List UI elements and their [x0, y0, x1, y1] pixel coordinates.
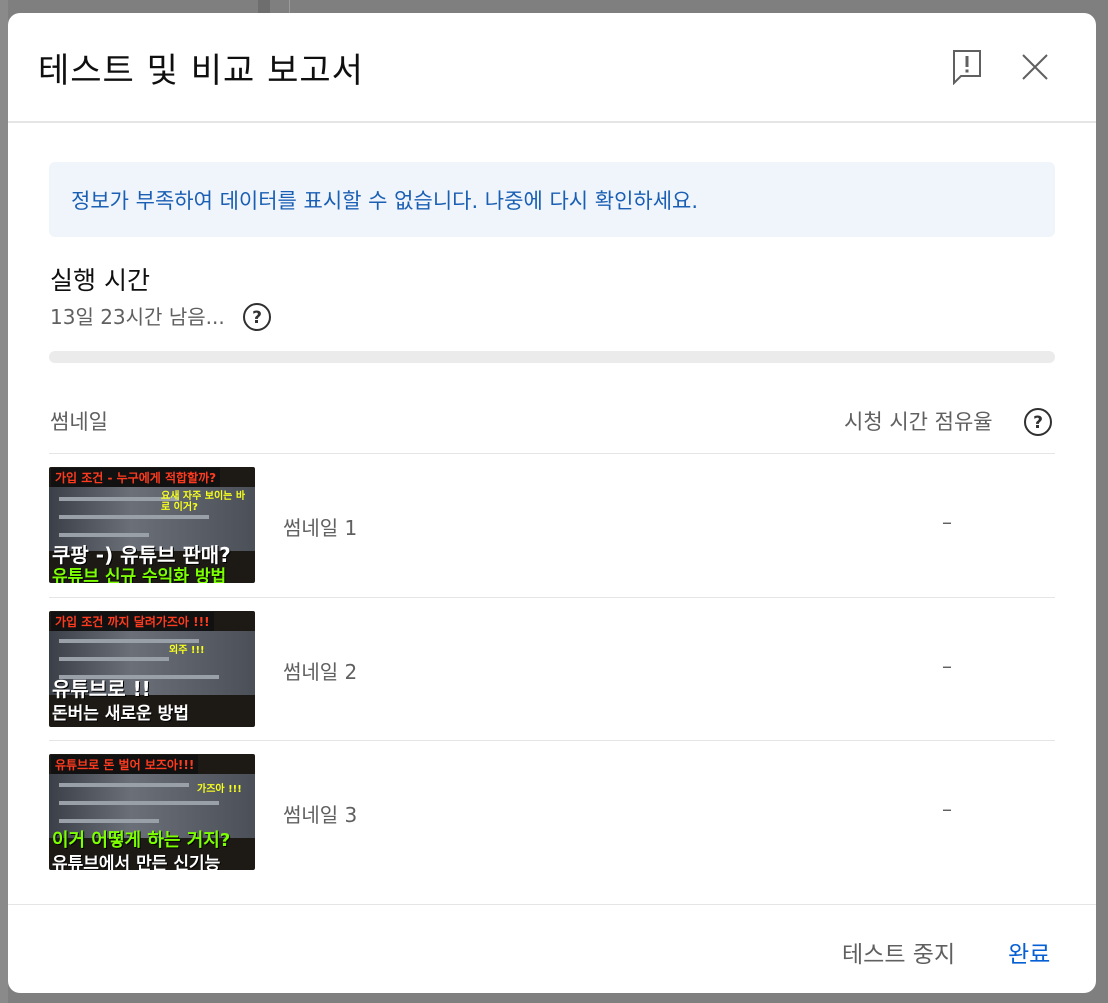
backdrop: [0, 0, 8, 1003]
thumbnail-label: 썸네일 2: [283, 660, 358, 684]
help-icon[interactable]: ?: [242, 302, 272, 332]
watch-share-value: –: [942, 654, 952, 678]
dialog-header: 테스트 및 비교 보고서: [8, 13, 1096, 123]
close-button[interactable]: [1015, 47, 1055, 87]
dialog-title: 테스트 및 비교 보고서: [38, 51, 364, 91]
done-button[interactable]: 완료: [1008, 935, 1050, 969]
svg-text:?: ?: [1033, 413, 1043, 433]
runtime-title: 실행 시간: [50, 266, 150, 295]
thumbnail-image: 가입 조건 까지 달려가즈아 !!! 외주 !!! 유튜브로 !! 돈버는 새로…: [49, 611, 255, 727]
dialog-footer: 테스트 중지 완료: [8, 904, 1096, 993]
feedback-button[interactable]: [947, 47, 987, 87]
table-row: 가입 조건 - 누구에게 적합할까? 요새 자주 보이는 바로 이거? 쿠팡 -…: [49, 453, 1055, 597]
report-feedback-icon: [953, 50, 981, 85]
table-row: 유튜브로 돈 벌어 보즈아!!! 가즈아 !!! 이거 어떻게 하는 거지? 유…: [49, 740, 1055, 884]
info-banner-message: 정보가 부족하여 데이터를 표시할 수 없습니다. 나중에 다시 확인하세요.: [71, 189, 699, 213]
thumbnail-caption: 유튜브 신규 수익화 방법: [52, 567, 227, 583]
thumbnail-image: 유튜브로 돈 벌어 보즈아!!! 가즈아 !!! 이거 어떻게 하는 거지? 유…: [49, 754, 255, 870]
thumbnail-label: 썸네일 3: [283, 803, 358, 827]
column-header-thumbnail: 썸네일: [50, 410, 108, 434]
column-header-watch-share: 시청 시간 점유율: [844, 410, 993, 434]
runtime-progress-bar: [49, 351, 1055, 363]
thumbnail-caption: 유튜브로 !!: [52, 677, 151, 701]
help-icon[interactable]: ?: [1023, 407, 1053, 437]
watch-share-value: –: [942, 510, 952, 534]
thumbnail-caption: 외주 !!!: [169, 645, 205, 656]
thumbnail-caption: 유튜브로 돈 벌어 보즈아!!!: [51, 755, 199, 774]
thumbnail-image: 가입 조건 - 누구에게 적합할까? 요새 자주 보이는 바로 이거? 쿠팡 -…: [49, 467, 255, 583]
table-row: 가입 조건 까지 달려가즈아 !!! 외주 !!! 유튜브로 !! 돈버는 새로…: [49, 597, 1055, 741]
info-banner: 정보가 부족하여 데이터를 표시할 수 없습니다. 나중에 다시 확인하세요.: [49, 162, 1055, 237]
thumbnail-caption: 돈버는 새로운 방법: [52, 704, 189, 724]
runtime-remaining: 13일 23시간 남음...: [50, 305, 225, 329]
test-compare-report-dialog: 테스트 및 비교 보고서 정보가 부족하여 데이터를 표시할 수 없습니다. 나…: [8, 13, 1096, 993]
backdrop-divider: [289, 0, 290, 13]
close-icon: [1022, 54, 1048, 80]
watch-share-value: –: [942, 797, 952, 821]
backdrop-scrollbar: [258, 0, 270, 13]
thumbnail-caption: 유튜브에서 만든 신기능: [52, 854, 221, 870]
thumbnail-caption: 가즈아 !!!: [197, 784, 242, 795]
thumbnail-label: 썸네일 1: [283, 516, 358, 540]
svg-text:?: ?: [252, 308, 262, 328]
thumbnail-caption: 요새 자주 보이는 바로 이거?: [161, 491, 246, 513]
thumbnail-caption: 가입 조건 까지 달려가즈아 !!!: [51, 612, 214, 631]
stop-test-button[interactable]: 테스트 중지: [842, 935, 955, 969]
thumbnail-caption: 가입 조건 - 누구에게 적합할까?: [51, 468, 221, 487]
